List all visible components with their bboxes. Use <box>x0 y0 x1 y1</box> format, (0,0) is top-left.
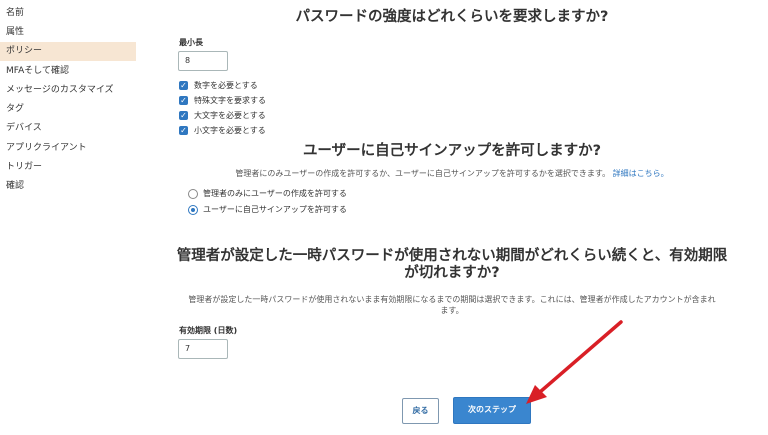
annotation-arrow-icon <box>526 320 623 404</box>
